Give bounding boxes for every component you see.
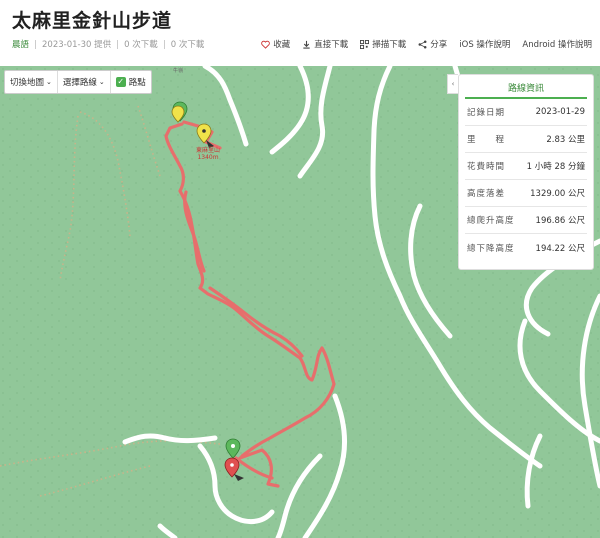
divider [163,39,165,49]
qr-icon [360,39,370,49]
panel-collapse-button[interactable]: ‹ [447,74,458,94]
share-icon [418,40,427,49]
map-controls: 切換地圖 ⌄ 選擇路線 ⌄ ✓ 路點 [4,70,152,94]
road-label: 牛嶺 [173,68,184,74]
divider [117,39,119,49]
peak-label: 東麻里山 1340m [196,147,220,161]
direct-download-button[interactable]: 直接下載 [302,38,348,50]
route-info-panel: 路線資訊 記錄日期 2023-01-29 里 程 2.83 公里 花費時間 1 … [458,74,594,270]
chevron-down-icon: ⌄ [46,78,52,86]
peak-name: 東麻里山 [196,147,221,154]
select-route-dropdown[interactable]: 選擇路線 ⌄ [58,71,111,93]
checkbox-checked-icon[interactable]: ✓ [115,77,126,87]
info-row-date: 記錄日期 2023-01-29 [465,99,587,126]
info-row-descent: 總下降高度 194.22 公尺 [467,243,585,254]
page-title: 太麻里金針山步道 [12,10,173,32]
author-link[interactable]: 晨語 [12,38,29,50]
favorite-button[interactable]: 收藏 [261,38,290,50]
info-row-elevation-diff: 高度落差 1329.00 公尺 [465,180,587,207]
route-info-title: 路線資訊 [465,81,587,99]
download-count-2: 0 次下載 [170,40,205,50]
chevron-down-icon: ⌄ [98,78,105,86]
divider [35,39,37,49]
scan-download-button[interactable]: 掃描下載 [360,38,406,50]
switch-map-dropdown[interactable]: 切換地圖 ⌄ [5,71,58,93]
provided-date: 2023-01-30 提供 [42,40,112,50]
ios-guide-link[interactable]: iOS 操作說明 [459,38,510,50]
peak-elevation: 1340m [197,154,219,161]
download-count: 0 次下載 [124,40,158,50]
map-view[interactable]: 牛嶺 東麻里山 1340m 切換地圖 ⌄ 選擇路線 ⌄ ✓ 路點 ‹ 路線資訊 … [0,66,600,538]
action-bar: 收藏 直接下載 掃描下載 分享 iOS 操作說明 Android 操作說明 [249,38,592,50]
android-guide-link[interactable]: Android 操作說明 [522,38,592,50]
heart-icon [261,40,270,49]
waypoints-toggle[interactable]: ✓ 路點 [111,71,151,93]
meta-row: 晨語 2023-01-30 提供 0 次下載 0 次下載 [12,38,204,50]
share-button[interactable]: 分享 [418,38,447,50]
download-icon [302,40,311,49]
chevron-left-icon: ‹ [451,80,455,88]
info-row-ascent: 總爬升高度 196.86 公尺 [465,207,587,234]
info-row-duration: 花費時間 1 小時 28 分鐘 [465,153,587,180]
info-row-distance: 里 程 2.83 公里 [465,126,587,153]
